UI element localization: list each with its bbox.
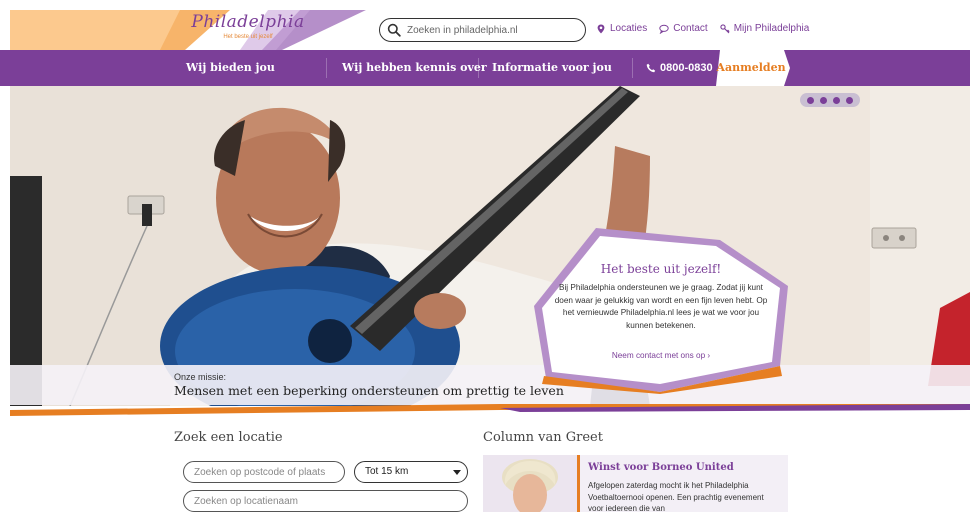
column-section-title: Column van Greet: [483, 430, 603, 445]
zoom-icon[interactable]: [820, 96, 827, 104]
eye-icon[interactable]: [833, 96, 840, 104]
nav-phone[interactable]: 0800-0830: [646, 50, 713, 86]
card-accent-bar: [577, 455, 580, 512]
column-card-title[interactable]: Winst voor Borneo United: [588, 462, 734, 473]
mijn-philadelphia-label: Mijn Philadelphia: [733, 23, 810, 34]
locaties-link[interactable]: Locaties: [596, 23, 647, 34]
logo-wordmark: Philadelphia: [191, 12, 305, 32]
main-nav: Wij bieden jou Wij hebben kennis over In…: [0, 50, 970, 86]
hero-photo-man-with-guitar: [10, 86, 970, 406]
nav-divider: [326, 58, 327, 78]
mijn-philadelphia-link[interactable]: Mijn Philadelphia: [720, 23, 810, 34]
key-icon: [720, 23, 730, 33]
chevron-down-icon: [453, 470, 461, 475]
top-bar: Philadelphia Het beste uit jezelf Locati…: [0, 0, 970, 50]
logo-tagline: Het beste uit jezelf: [223, 34, 273, 40]
contact-label: Contact: [673, 23, 708, 34]
nav-informatie-voor-jou[interactable]: Informatie voor jou: [492, 50, 612, 86]
philadelphia-logo[interactable]: Philadelphia Het beste uit jezelf: [188, 6, 308, 48]
mission-banner: Onze missie: Mensen met een beperking on…: [10, 365, 970, 405]
contact-link[interactable]: Contact: [659, 23, 708, 34]
location-section-title: Zoek een locatie: [174, 430, 283, 445]
audio-icon[interactable]: [807, 96, 814, 104]
nav-wij-hebben-kennis-over[interactable]: Wij hebben kennis over: [342, 50, 487, 86]
phone-number: 0800-0830: [660, 62, 713, 74]
nav-divider: [478, 58, 479, 78]
phone-icon: [646, 63, 656, 73]
print-icon[interactable]: [846, 96, 853, 104]
hero-image: [10, 86, 970, 406]
contact-us-link[interactable]: Neem contact met ons op ›: [530, 351, 792, 360]
site-search[interactable]: [379, 18, 586, 42]
bubble-title: Het beste uit jezelf!: [600, 262, 722, 276]
bubble-body: Bij Philadelphia ondersteunen we je graa…: [554, 283, 768, 330]
columnist-portrait: [483, 455, 577, 512]
location-pin-icon: [597, 24, 605, 33]
hero-message-bubble: Het beste uit jezelf! Bij Philadelphia o…: [530, 226, 792, 394]
postcode-input[interactable]: [183, 461, 345, 483]
column-card[interactable]: Winst voor Borneo United Afgelopen zater…: [483, 455, 788, 512]
search-icon[interactable]: [387, 23, 401, 37]
radius-select[interactable]: Tot 15 km: [354, 461, 468, 483]
radius-selected-value: Tot 15 km: [365, 466, 409, 477]
columnist-photo: [483, 455, 577, 512]
accessibility-toolbar: [800, 93, 860, 107]
chat-bubble-icon: [659, 24, 669, 34]
login-label: Aanmelden: [716, 61, 786, 74]
nav-wij-bieden-jou[interactable]: Wij bieden jou: [186, 50, 275, 86]
column-card-text: Afgelopen zaterdag mocht ik het Philadel…: [588, 481, 764, 512]
locaties-label: Locaties: [610, 23, 648, 34]
mission-label: Onze missie:: [174, 372, 227, 382]
hero-bottom-stripe: [10, 404, 970, 416]
login-button[interactable]: Aanmelden: [716, 50, 790, 86]
header-links: Locaties Contact Mijn Philadelphia: [596, 23, 809, 34]
location-name-input[interactable]: [183, 490, 468, 512]
search-input[interactable]: [407, 24, 577, 36]
mission-text: Mensen met een beperking ondersteunen om…: [174, 383, 564, 398]
nav-divider: [632, 58, 633, 78]
